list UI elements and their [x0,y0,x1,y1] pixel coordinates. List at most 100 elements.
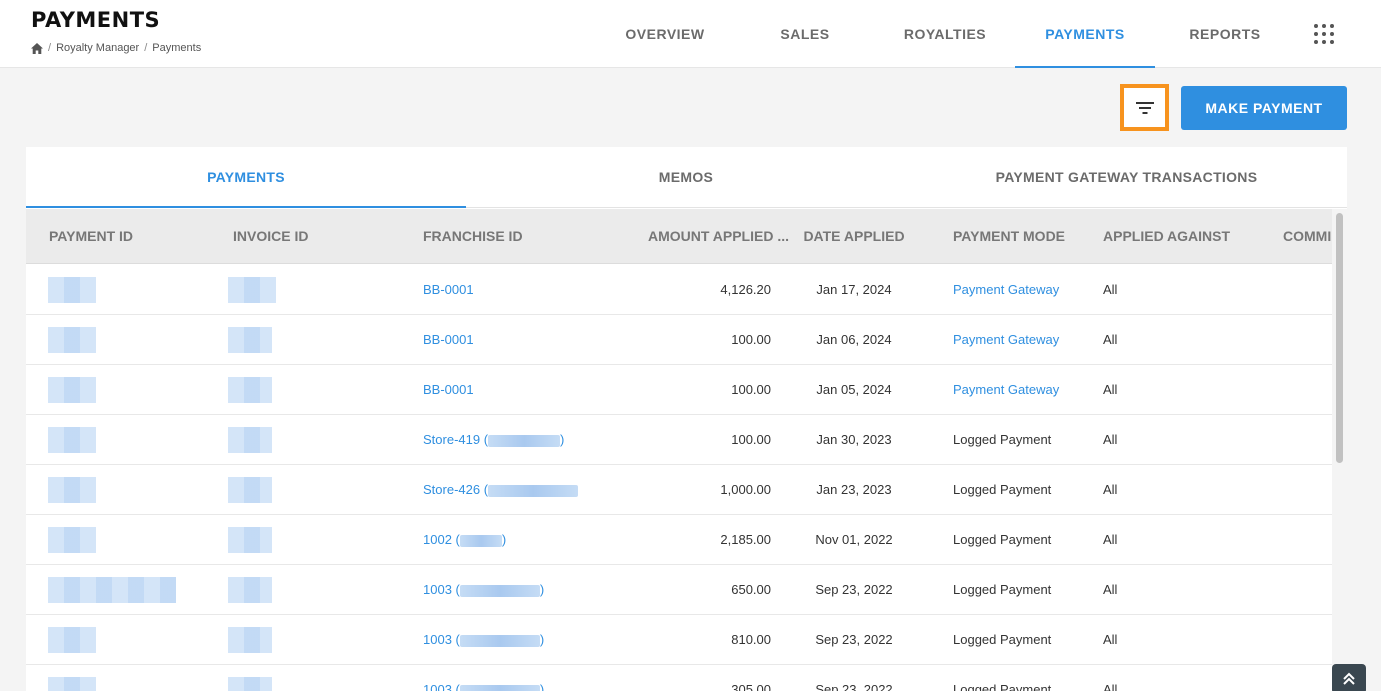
payment-mode-cell: Logged Payment [953,532,1052,547]
nav-tab-payments[interactable]: PAYMENTS [1015,0,1155,68]
franchise-id-link[interactable]: Store-419 () [423,415,564,465]
franchise-id-link[interactable]: 1003 () [423,665,544,691]
table-row[interactable]: 1003 () 650.00 Sep 23, 2022 Logged Payment A… [26,565,1332,615]
redacted-invoice-id[interactable] [228,577,272,603]
amount-applied-cell: 100.00 [731,432,771,447]
nav-tab-overview[interactable]: OVERVIEW [610,0,720,68]
redacted-payment-id[interactable] [48,377,96,403]
franchise-id-link[interactable]: 1003 () [423,615,544,665]
column-header-comments[interactable]: COMMI [1283,209,1332,263]
table-row[interactable]: 1002 () 2,185.00 Nov 01, 2022 Logged Paymen… [26,515,1332,565]
date-applied-cell: Jan 30, 2023 [816,432,892,447]
applied-against-cell: All [1103,582,1118,597]
payment-mode-cell[interactable]: Payment Gateway [953,365,1059,415]
home-icon[interactable] [31,42,43,54]
redacted-franchise-name [488,484,579,497]
redacted-invoice-id[interactable] [228,627,272,653]
redacted-payment-id[interactable] [48,577,176,603]
redacted-invoice-id[interactable] [228,677,272,691]
redacted-payment-id[interactable] [48,477,96,503]
filter-icon [1135,101,1154,114]
applied-against-cell: All [1103,432,1118,447]
breadcrumb-item-royalty-manager[interactable]: Royalty Manager [56,42,139,54]
amount-applied-cell: 2,185.00 [720,532,771,547]
table-row[interactable]: 1003 () 305.00 Sep 23, 2022 Logged Payment A… [26,665,1332,691]
payment-mode-cell[interactable]: Payment Gateway [953,315,1059,365]
column-header-date-applied[interactable]: DATE APPLIED [794,209,914,263]
table-row[interactable]: Store-426 (1,000.00 Jan 23, 2023 Logged Pa… [26,465,1332,515]
payments-card: PAYMENTS MEMOS PAYMENT GATEWAY TRANSACTI… [26,147,1347,691]
franchise-id-link[interactable]: Store-426 ( [423,465,579,515]
redacted-payment-id[interactable] [48,427,96,453]
double-chevron-up-icon [1343,672,1355,685]
nav-tab-sales[interactable]: SALES [760,0,850,68]
top-bar: PAYMENTS / Royalty Manager / Payments OV… [0,0,1381,68]
filter-button[interactable] [1120,84,1169,131]
franchise-id-link[interactable]: BB-0001 [423,365,474,415]
table-header: PAYMENT ID INVOICE ID FRANCHISE ID AMOUN… [26,209,1332,264]
redacted-invoice-id[interactable] [228,277,276,303]
date-applied-cell: Sep 23, 2022 [815,632,893,647]
payment-mode-cell: Logged Payment [953,632,1052,647]
payment-mode-cell: Logged Payment [953,432,1052,447]
redacted-invoice-id[interactable] [228,327,272,353]
applied-against-cell: All [1103,682,1118,691]
redacted-invoice-id[interactable] [228,527,272,553]
redacted-franchise-name [459,584,540,597]
redacted-payment-id[interactable] [48,277,96,303]
subtab-payment-gateway-transactions[interactable]: PAYMENT GATEWAY TRANSACTIONS [906,147,1347,208]
nav-tab-reports[interactable]: REPORTS [1175,0,1275,68]
redacted-invoice-id[interactable] [228,377,272,403]
amount-applied-cell: 1,000.00 [720,482,771,497]
amount-applied-cell: 100.00 [731,382,771,397]
date-applied-cell: Jan 17, 2024 [816,282,892,297]
scroll-to-top-button[interactable] [1332,664,1366,691]
redacted-payment-id[interactable] [48,677,96,691]
redacted-payment-id[interactable] [48,527,96,553]
column-header-payment-mode[interactable]: PAYMENT MODE [953,209,1093,263]
redacted-invoice-id[interactable] [228,427,272,453]
vertical-scrollbar[interactable] [1332,209,1347,691]
subtab-memos[interactable]: MEMOS [466,147,906,208]
redacted-payment-id[interactable] [48,627,96,653]
column-header-applied-against[interactable]: APPLIED AGAINST [1103,209,1263,263]
subtab-payments[interactable]: PAYMENTS [26,147,466,208]
table-row[interactable]: BB-0001 100.00 Jan 06, 2024 Payment Gateway… [26,315,1332,365]
redacted-franchise-name [459,534,502,547]
amount-applied-cell: 650.00 [731,582,771,597]
franchise-id-link[interactable]: 1003 () [423,565,544,615]
payment-mode-cell[interactable]: Payment Gateway [953,265,1059,315]
franchise-id-link[interactable]: 1002 () [423,515,506,565]
table-row[interactable]: BB-0001 100.00 Jan 05, 2024 Payment Gateway… [26,365,1332,415]
payment-mode-cell: Logged Payment [953,482,1052,497]
applied-against-cell: All [1103,382,1118,397]
redacted-payment-id[interactable] [48,327,96,353]
franchise-id-link[interactable]: BB-0001 [423,265,474,315]
table-row[interactable]: 1003 () 810.00 Sep 23, 2022 Logged Payment A… [26,615,1332,665]
scrollbar-thumb[interactable] [1336,213,1343,463]
redacted-invoice-id[interactable] [228,477,272,503]
amount-applied-cell: 305.00 [731,682,771,691]
payment-mode-cell: Logged Payment [953,682,1052,691]
redacted-franchise-name [459,634,540,647]
table-row[interactable]: Store-419 () 100.00 Jan 30, 2023 Logged Pay… [26,415,1332,465]
make-payment-button[interactable]: MAKE PAYMENT [1181,86,1347,130]
column-header-payment-id[interactable]: PAYMENT ID [49,209,219,263]
table-row[interactable]: BB-0001 4,126.20 Jan 17, 2024 Payment Gatew… [26,265,1332,315]
column-header-franchise-id[interactable]: FRANCHISE ID [423,209,623,263]
date-applied-cell: Nov 01, 2022 [815,532,893,547]
payment-mode-cell: Logged Payment [953,582,1052,597]
column-header-amount-applied[interactable]: AMOUNT APPLIED ... [634,209,789,263]
apps-grid-icon[interactable] [1314,24,1338,44]
redacted-franchise-name [488,434,561,447]
redacted-franchise-name [459,684,540,691]
amount-applied-cell: 100.00 [731,332,771,347]
franchise-id-link[interactable]: BB-0001 [423,315,474,365]
breadcrumb-separator: / [48,42,52,54]
nav-tab-royalties[interactable]: ROYALTIES [890,0,1000,68]
date-applied-cell: Sep 23, 2022 [815,682,893,691]
breadcrumb-separator: / [144,42,148,54]
breadcrumb-item-payments[interactable]: Payments [152,42,201,54]
column-header-invoice-id[interactable]: INVOICE ID [233,209,413,263]
date-applied-cell: Jan 06, 2024 [816,332,892,347]
